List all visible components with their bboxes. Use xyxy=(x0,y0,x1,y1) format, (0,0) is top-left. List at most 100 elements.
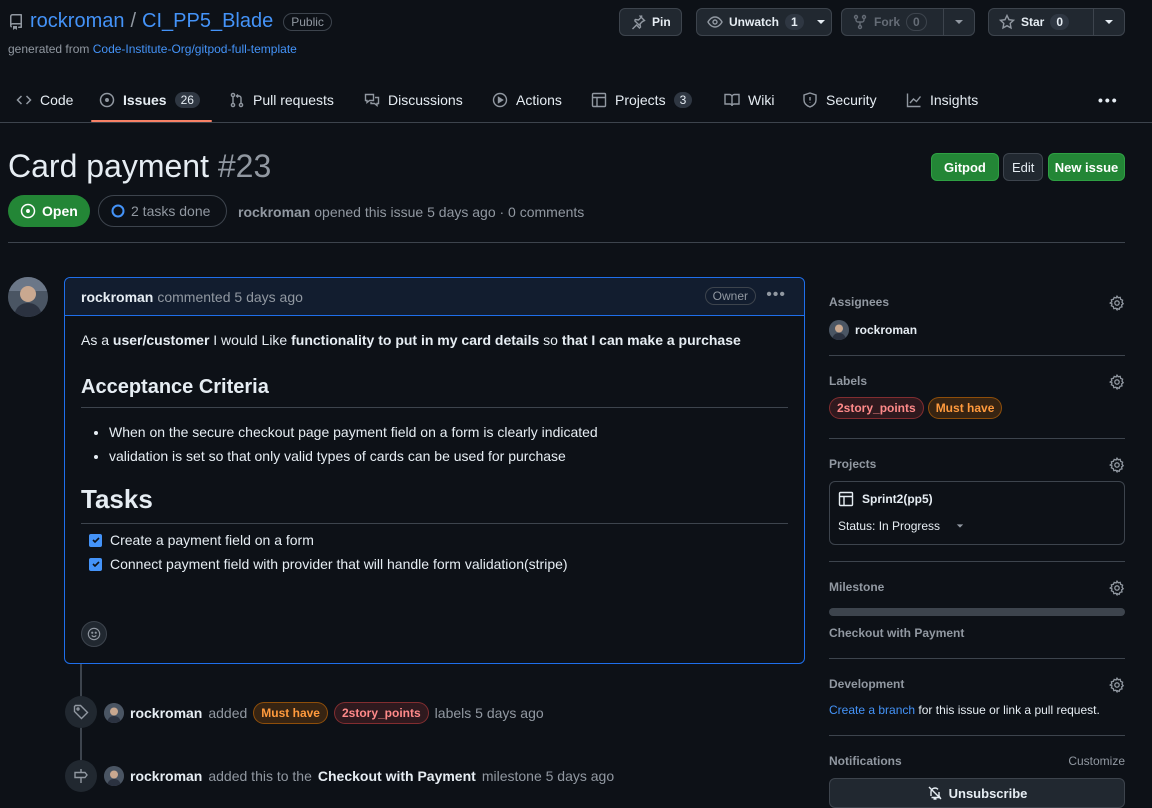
pin-button[interactable]: Pin xyxy=(619,8,682,36)
project-status: Status: In Progress xyxy=(838,519,941,533)
tasks-done-label: 2 tasks done xyxy=(131,203,211,219)
add-reaction-button[interactable] xyxy=(81,621,107,647)
graph-icon xyxy=(906,92,922,108)
sidebar-title: Development xyxy=(829,677,905,691)
assignee[interactable]: rockroman xyxy=(829,320,917,340)
tasks-progress-badge[interactable]: 2 tasks done xyxy=(98,195,228,227)
issue-state-badge: Open xyxy=(8,195,90,227)
tab-issues[interactable]: Issues 26 xyxy=(99,80,200,120)
task-item: Connect payment field with provider that… xyxy=(81,556,788,572)
project-status-select[interactable]: Status: In Progress xyxy=(838,519,964,533)
comment-options-icon[interactable]: ••• xyxy=(766,286,786,304)
table-icon xyxy=(838,491,854,507)
chevron-down-icon xyxy=(1104,17,1114,27)
edit-button[interactable]: Edit xyxy=(1003,153,1044,181)
tab-label: Projects xyxy=(615,92,666,108)
task-checkbox[interactable] xyxy=(89,533,102,547)
issue-author-link[interactable]: rockroman xyxy=(238,204,310,220)
shield-icon xyxy=(802,92,818,108)
issue-title: Card payment #23 xyxy=(8,148,271,185)
tab-wiki[interactable]: Wiki xyxy=(724,80,774,120)
task-label: Create a payment field on a form xyxy=(110,532,314,548)
milestone-progress-bar xyxy=(829,608,1125,616)
label-2story-points[interactable]: 2story_points xyxy=(333,702,429,724)
issue-opened-text: opened this issue 5 days ago · 0 comment… xyxy=(314,204,585,220)
sidebar-title: Projects xyxy=(829,457,877,471)
star-button[interactable]: Star 0 xyxy=(988,8,1125,36)
template-link[interactable]: Code-Institute-Org/gitpod-full-template xyxy=(93,42,297,56)
repo-name-link[interactable]: CI_PP5_Blade xyxy=(142,10,273,33)
task-checkbox[interactable] xyxy=(89,557,102,571)
event-action: added xyxy=(208,705,248,721)
tab-insights[interactable]: Insights xyxy=(906,80,978,120)
star-label: Star xyxy=(1021,15,1045,29)
gear-icon[interactable] xyxy=(1109,374,1125,390)
avatar[interactable] xyxy=(8,277,48,317)
list-item: validation is set so that only valid typ… xyxy=(109,448,788,464)
task-item: Create a payment field on a form xyxy=(81,532,788,548)
progress-ring-icon xyxy=(111,204,125,218)
tab-label: Code xyxy=(40,92,74,108)
more-options-button[interactable]: ••• xyxy=(1098,80,1119,120)
milestone-link[interactable]: Checkout with Payment xyxy=(829,626,964,640)
header-divider xyxy=(8,242,1125,243)
project-name: Sprint2(pp5) xyxy=(862,492,933,506)
tab-label: Issues xyxy=(123,92,167,108)
comment-header: rockroman commented 5 days ago Owner ••• xyxy=(65,278,804,316)
repo-separator: / xyxy=(130,10,137,32)
kebab-horizontal-icon: ••• xyxy=(1098,92,1119,108)
tab-projects[interactable]: Projects 3 xyxy=(591,80,693,120)
timeline-badge xyxy=(65,760,97,792)
label-must-have[interactable]: Must have xyxy=(253,702,328,724)
issue-number: #23 xyxy=(217,148,272,184)
development-text: Create a branch for this issue or link a… xyxy=(829,703,1100,717)
tab-code[interactable]: Code xyxy=(16,80,73,120)
avatar[interactable] xyxy=(104,703,124,723)
fork-dropdown[interactable] xyxy=(943,9,974,35)
generated-from-text: generated from xyxy=(8,42,90,56)
gear-icon[interactable] xyxy=(1109,677,1125,693)
create-branch-link[interactable]: Create a branch xyxy=(829,703,915,717)
tab-pull-requests[interactable]: Pull requests xyxy=(229,80,334,120)
project-link[interactable]: Sprint2(pp5) xyxy=(838,491,933,507)
tab-label: Security xyxy=(826,92,877,108)
sidebar-title: Labels xyxy=(829,374,868,388)
tab-count: 3 xyxy=(673,92,693,108)
code-icon xyxy=(16,92,32,108)
book-icon xyxy=(724,92,740,108)
fork-button[interactable]: Fork 0 xyxy=(841,8,975,36)
sidebar-title: Milestone xyxy=(829,580,885,594)
tab-label: Actions xyxy=(516,92,562,108)
timeline-badge xyxy=(65,696,97,728)
owner-badge: Owner xyxy=(704,287,756,305)
list-item: When on the secure checkout page payment… xyxy=(109,424,788,440)
event-author-link[interactable]: rockroman xyxy=(130,705,202,721)
milestone-link[interactable]: Checkout with Payment xyxy=(318,768,476,784)
gear-icon[interactable] xyxy=(1109,580,1125,596)
tab-actions[interactable]: Actions xyxy=(492,80,562,120)
new-issue-button[interactable]: New issue xyxy=(1048,153,1125,181)
label-must-have[interactable]: Must have xyxy=(927,397,1003,419)
comment-timestamp[interactable]: commented 5 days ago xyxy=(157,289,303,305)
star-dropdown[interactable] xyxy=(1093,9,1124,35)
avatar[interactable] xyxy=(104,766,124,786)
event-author-link[interactable]: rockroman xyxy=(130,768,202,784)
sidebar-divider xyxy=(829,561,1125,562)
criteria-list: When on the secure checkout page payment… xyxy=(81,424,788,464)
repo-owner-link[interactable]: rockroman xyxy=(30,10,124,33)
label-2story-points[interactable]: 2story_points xyxy=(829,397,924,419)
story-text: so xyxy=(539,332,562,348)
gear-icon[interactable] xyxy=(1109,295,1125,311)
gear-icon[interactable] xyxy=(1109,457,1125,473)
tab-discussions[interactable]: Discussions xyxy=(364,80,463,120)
tab-security[interactable]: Security xyxy=(802,80,877,120)
triangle-down-icon xyxy=(956,522,964,530)
customize-link[interactable]: Customize xyxy=(1068,754,1125,768)
tag-icon xyxy=(73,704,89,720)
gitpod-button[interactable]: Gitpod xyxy=(931,153,999,181)
issue-opened-icon xyxy=(99,92,115,108)
comment-author-link[interactable]: rockroman xyxy=(81,289,153,305)
play-icon xyxy=(492,92,508,108)
unwatch-button[interactable]: Unwatch 1 xyxy=(696,8,832,36)
unsubscribe-button[interactable]: Unsubscribe xyxy=(829,778,1125,808)
